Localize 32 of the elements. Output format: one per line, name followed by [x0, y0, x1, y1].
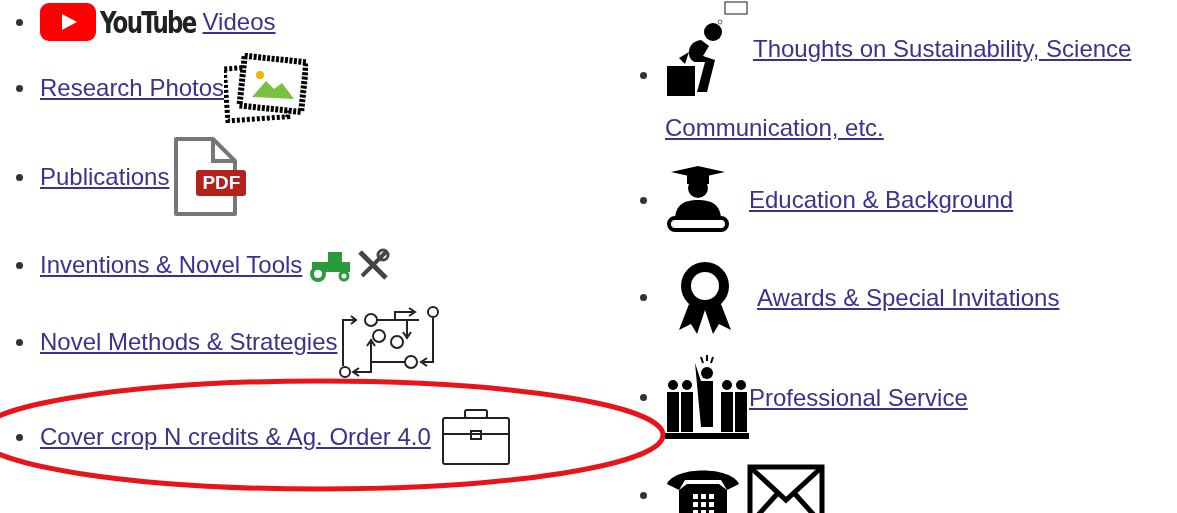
bullet-dot: [16, 338, 23, 346]
bullet-dot: [16, 18, 23, 26]
page-link[interactable]: Communication, etc.: [665, 112, 884, 144]
bullet-dot: [16, 433, 23, 441]
briefcase-icon: [440, 408, 511, 466]
page-link[interactable]: Inventions & Novel Tools: [40, 251, 303, 279]
flowchart-icon: [339, 306, 440, 378]
page-link[interactable]: Publications: [40, 163, 170, 191]
award-ribbon-icon: [677, 259, 733, 336]
page-link[interactable]: Cover crop N credits & Ag. Order 4.0: [40, 423, 431, 451]
photos-icon: [224, 53, 309, 123]
bullet-dot: [640, 294, 647, 301]
page-link[interactable]: Research Photos: [40, 74, 225, 102]
page-link[interactable]: Thoughts on Sustainability, Science: [753, 33, 1132, 65]
bullet-dot: [640, 196, 647, 204]
bullet-dot: [16, 173, 23, 181]
bullet-dot: [640, 71, 647, 79]
bullet-dot: [16, 261, 23, 269]
page-link[interactable]: Professional Service: [749, 383, 968, 412]
videos-link[interactable]: Videos: [202, 8, 276, 36]
bullet-dot: [16, 84, 23, 92]
bullet-dot: [640, 491, 647, 499]
logo-text: YouTube: [100, 4, 196, 40]
team-icon: [665, 354, 749, 441]
tools-icon: [356, 248, 391, 282]
page-link[interactable]: Education & Background: [749, 186, 1014, 214]
page-link[interactable]: Novel Methods & Strategies: [40, 328, 338, 356]
envelope-icon: [747, 464, 825, 513]
page-link[interactable]: Awards & Special Invitations: [757, 283, 1060, 312]
pdf-label: PDF: [196, 170, 247, 196]
play-icon: [40, 3, 96, 41]
bullet-dot: [640, 394, 647, 401]
